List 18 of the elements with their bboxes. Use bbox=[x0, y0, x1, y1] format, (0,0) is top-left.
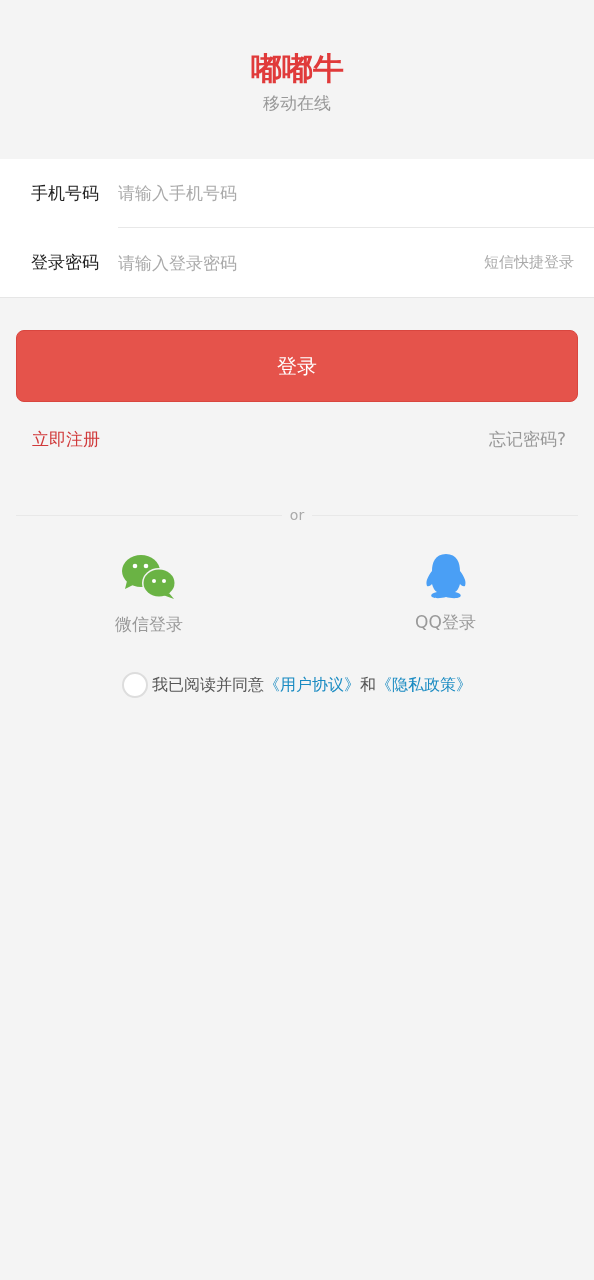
policy-link[interactable]: 《隐私政策》 bbox=[376, 674, 472, 694]
social-login-label[interactable]: 微信登录 bbox=[114, 613, 183, 636]
register-link[interactable]: 立即注册 bbox=[32, 428, 100, 451]
social-login-label[interactable]: QQ登录 bbox=[415, 611, 476, 634]
field-label: 手机号码 bbox=[30, 182, 100, 205]
app-subtitle: 移动在线 bbox=[263, 92, 331, 115]
field-label: 登录密码 bbox=[30, 251, 100, 274]
input-field[interactable]: 请输入登录密码 bbox=[118, 252, 484, 273]
sms-login-link[interactable]: 短信快捷登录 bbox=[484, 253, 594, 272]
input-field[interactable]: 请输入手机号码 bbox=[118, 183, 594, 203]
policy-link[interactable]: 《用户协议》 bbox=[264, 674, 360, 694]
agreement-text: 我已阅读并同意《用户协议》和《隐私政策》 bbox=[152, 674, 472, 696]
chat-bubbles-icon[interactable] bbox=[120, 553, 177, 601]
login-button[interactable]: 登录 bbox=[16, 330, 578, 402]
forgot-password-link[interactable]: 忘记密码? bbox=[488, 428, 566, 451]
app-title: 嘟嘟牛 bbox=[250, 49, 344, 88]
divider-text: or bbox=[289, 507, 305, 523]
agreement-checkbox[interactable] bbox=[122, 672, 148, 698]
